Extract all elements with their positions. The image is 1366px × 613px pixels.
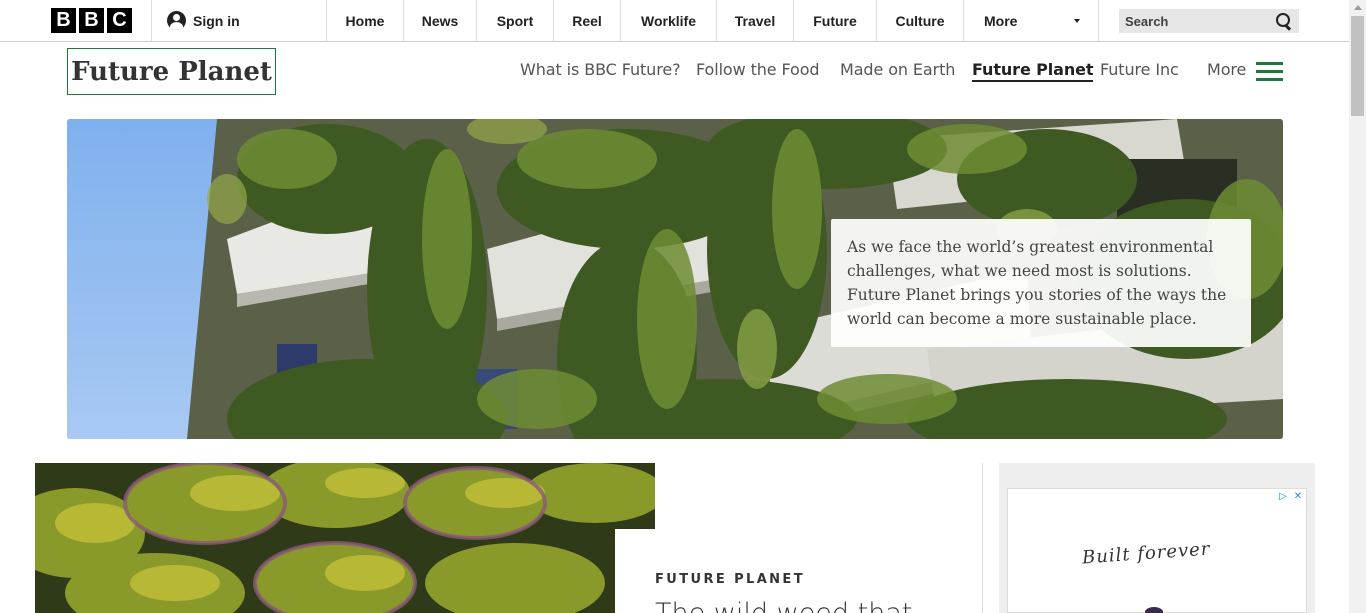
global-nav-more[interactable]: More [963, 0, 1099, 41]
bbc-logo[interactable]: B B C [51, 8, 132, 33]
adchoices[interactable]: ▷ ✕ [1276, 489, 1305, 503]
hero-banner: As we face the world’s greatest environm… [67, 119, 1283, 439]
column-divider [982, 463, 983, 613]
feature-story-image[interactable] [35, 463, 655, 613]
hamburger-menu-icon[interactable] [1256, 62, 1283, 82]
global-nav-home[interactable]: Home [326, 0, 403, 41]
global-nav-news[interactable]: News [403, 0, 476, 41]
advert-graphic [1145, 607, 1163, 613]
global-nav-travel[interactable]: Travel [716, 0, 793, 41]
bbc-logo-letter: B [51, 8, 76, 33]
feature-headline[interactable]: The wild weed that [655, 598, 912, 613]
section-nav: What is BBC Future? Follow the Food Made… [0, 60, 1349, 84]
global-nav-reel[interactable]: Reel [553, 0, 620, 41]
adchoices-icon[interactable]: ▷ [1276, 489, 1290, 503]
global-nav-more-label: More [984, 12, 1018, 29]
advert-frame[interactable]: ▷ ✕ Built forever [1007, 488, 1307, 613]
bbc-logo-letter: B [79, 8, 104, 33]
advert-brand-script: Built forever [1081, 538, 1212, 569]
global-nav-culture[interactable]: Culture [876, 0, 963, 41]
succulent-plant-image [35, 463, 655, 613]
global-nav-worklife[interactable]: Worklife [620, 0, 716, 41]
global-nav-future[interactable]: Future [793, 0, 876, 41]
section-nav-future-planet[interactable]: Future Planet [972, 60, 1094, 82]
section-nav-follow-the-food[interactable]: Follow the Food [696, 60, 820, 79]
section-nav-what-is-bbc-future[interactable]: What is BBC Future? [520, 60, 681, 79]
section-nav-future-inc[interactable]: Future Inc [1100, 60, 1179, 79]
scroll-up-arrow-icon[interactable] [1354, 5, 1362, 10]
hero-caption: As we face the world’s greatest environm… [831, 219, 1251, 347]
divider [151, 0, 152, 41]
close-icon[interactable]: ✕ [1291, 489, 1305, 503]
page-scrollbar[interactable] [1349, 0, 1366, 613]
global-nav-sport[interactable]: Sport [476, 0, 553, 41]
section-nav-more[interactable]: More [1207, 60, 1246, 79]
caret-down-icon [1074, 18, 1080, 23]
scrollbar-thumb[interactable] [1351, 16, 1364, 116]
search-input[interactable]: Search [1119, 9, 1299, 33]
bbc-logo-letter: C [107, 8, 132, 33]
sign-in-label: Sign in [193, 12, 240, 29]
global-nav: Home News Sport Reel Worklife Travel Fut… [326, 0, 1099, 41]
search-icon[interactable] [1275, 12, 1293, 30]
feature-kicker[interactable]: FUTURE PLANET [655, 572, 805, 587]
section-nav-made-on-earth[interactable]: Made on Earth [840, 60, 955, 79]
user-account-icon [167, 11, 186, 30]
bbc-global-bar: B B C Sign in Home News Sport Reel Workl… [0, 0, 1349, 42]
search-placeholder: Search [1125, 13, 1169, 29]
sign-in-link[interactable]: Sign in [167, 11, 240, 30]
